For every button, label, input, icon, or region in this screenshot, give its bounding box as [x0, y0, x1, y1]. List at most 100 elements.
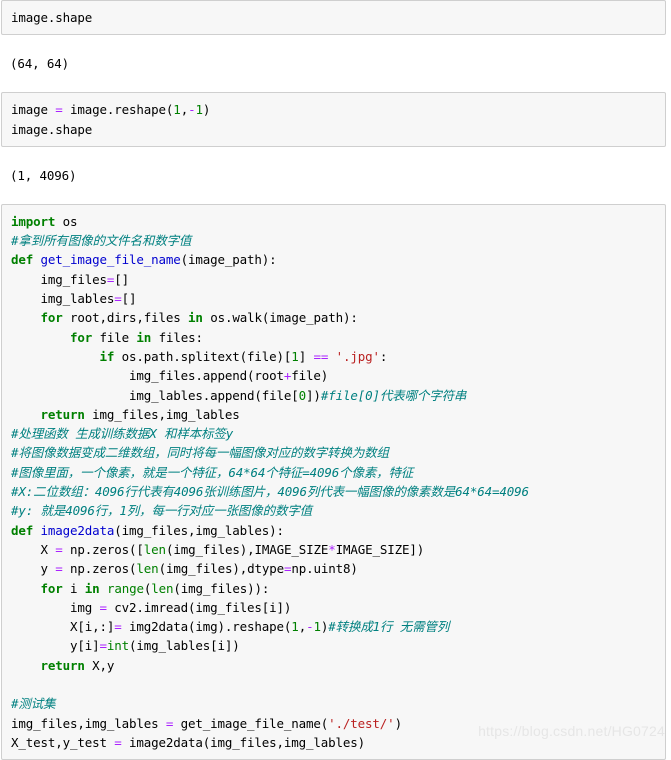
code-token: = — [114, 619, 122, 635]
code-token: return — [40, 406, 85, 422]
code-token: #处理函数 生成训练数据X 和样本标签y — [11, 426, 234, 442]
code-text: import os #拿到所有图像的文件名和数字值 def get_image_… — [11, 212, 665, 752]
code-token: #测试集 — [11, 696, 56, 712]
cell-gap — [0, 194, 671, 204]
code-token: y — [11, 561, 56, 577]
code-token: for — [70, 329, 93, 345]
code-text: image.shape — [11, 8, 665, 27]
code-token: import — [11, 213, 56, 229]
code-cell-3[interactable]: import os #拿到所有图像的文件名和数字值 def get_image_… — [1, 203, 666, 760]
code-token: (img_files),dtype — [158, 561, 285, 577]
code-token: [] — [114, 271, 130, 287]
code-token: 1 — [173, 102, 181, 118]
code-token: image — [11, 102, 56, 118]
code-token: 1 — [313, 619, 321, 635]
code-token: #拿到所有图像的文件名和数字值 — [11, 233, 192, 249]
code-token: in — [188, 310, 203, 326]
code-token: y[i] — [11, 638, 100, 654]
code-token: cv2.imread(img_files[i]) — [106, 599, 292, 615]
cell-gap — [0, 147, 671, 157]
code-token: [] — [121, 291, 137, 307]
code-token: len — [136, 561, 159, 577]
code-token: range — [106, 580, 144, 596]
code-token: def — [11, 522, 34, 538]
code-token: X[i,:] — [11, 619, 115, 635]
cell-gap — [0, 35, 671, 45]
code-token: if — [99, 348, 115, 364]
code-text: image = image.reshape(1,-1) image.shape — [11, 100, 665, 139]
code-token: = — [55, 541, 63, 557]
code-token: return — [40, 657, 85, 673]
output-cell-1: (64, 64) — [0, 45, 665, 83]
code-token: #转换成1行 无需管列 — [328, 619, 450, 635]
code-token: #将图像数据变成二维数组，同时将每一幅图像对应的数字转换为数组 — [11, 445, 389, 461]
code-token: image2data(img_files,img_lables) — [121, 734, 366, 750]
code-token: = — [114, 734, 122, 750]
code-token: (image_path): — [180, 252, 277, 268]
code-token: (img_files)): — [173, 580, 270, 596]
code-token: file — [92, 329, 137, 345]
code-token: img_files.append(root — [11, 368, 284, 384]
code-token: = — [99, 599, 108, 615]
output-text: (64, 64) — [10, 56, 70, 72]
code-token: (img_files),IMAGE_SIZE — [165, 541, 329, 557]
code-token: get_image_file_name( — [173, 715, 329, 731]
code-token: np.zeros([ — [62, 541, 144, 557]
code-token: int — [106, 638, 130, 654]
code-token: , — [180, 102, 189, 118]
code-token: os.path.splitext(file)[ — [114, 348, 292, 364]
output-text: (1, 4096) — [10, 167, 77, 183]
code-token: * — [328, 541, 336, 557]
code-token: ]) — [306, 387, 321, 403]
code-token: image2data — [40, 522, 115, 538]
code-token: (img_lables[i]) — [129, 638, 240, 654]
code-token: '.jpg' — [335, 348, 380, 364]
code-token: = — [55, 102, 63, 118]
code-token: 1 — [291, 348, 299, 364]
code-token: #file[0]代表哪个字符串 — [320, 387, 467, 403]
code-token: #图像里面，一个像素，就是一个特征，64*64个特征=4096个像素，特征 — [11, 464, 414, 480]
code-token: np.zeros( — [62, 561, 137, 577]
code-token: './test/' — [328, 715, 395, 731]
code-token: , — [298, 619, 307, 635]
code-token: : — [379, 348, 388, 364]
code-cell-2[interactable]: image = image.reshape(1,-1) image.shape — [1, 92, 666, 147]
code-token: img_files — [11, 271, 108, 287]
code-cell-1[interactable]: image.shape — [1, 0, 666, 36]
code-token: = — [55, 561, 63, 577]
code-token: 1 — [195, 102, 203, 118]
code-token: for — [40, 580, 63, 596]
cell-gap — [0, 82, 671, 92]
code-token: = — [114, 291, 122, 307]
code-token: for — [40, 310, 63, 326]
code-token: IMAGE_SIZE]) — [335, 541, 425, 557]
code-token: os — [55, 213, 78, 229]
code-token: in — [136, 329, 152, 345]
code-token: file) — [291, 368, 329, 384]
code-token: root,dirs,files — [62, 310, 189, 326]
code-token: X,y — [84, 657, 115, 673]
code-token: #X:二位数组：4096行代表有4096张训练图片，4096列代表一幅图像的像素… — [11, 484, 529, 500]
code-token: img_files,img_lables — [11, 715, 166, 731]
code-token: ) — [202, 102, 211, 118]
code-token: 0 — [298, 387, 307, 403]
code-token: #y: 就是4096行，1列，每一行对应一张图像的数字值 — [11, 503, 313, 519]
code-token: get_image_file_name — [40, 252, 181, 268]
output-cell-2: (1, 4096) — [0, 156, 665, 194]
code-token: image.shape — [11, 10, 93, 25]
code-token: len — [143, 541, 166, 557]
code-token: ] — [298, 348, 314, 364]
code-token: = — [99, 638, 108, 654]
code-token: == — [313, 348, 329, 364]
code-token: len — [151, 580, 174, 596]
code-token: np.uint8) — [291, 561, 358, 577]
code-token: 1 — [291, 619, 299, 635]
